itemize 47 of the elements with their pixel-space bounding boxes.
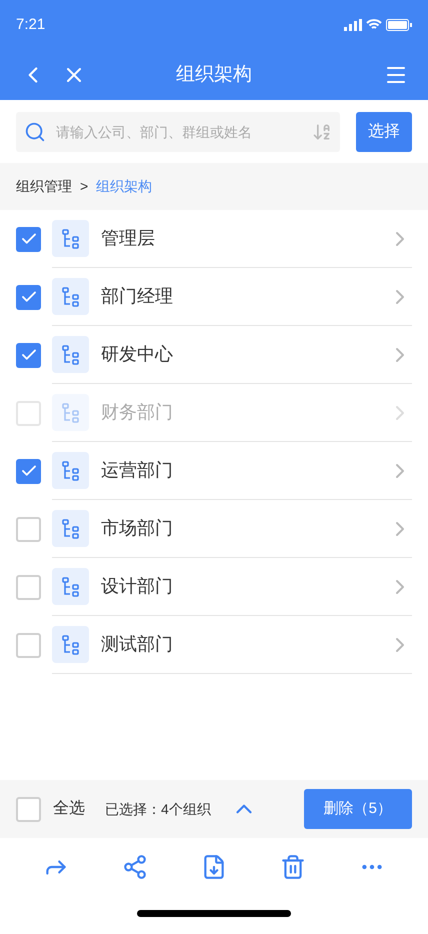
battery-icon	[386, 19, 412, 31]
org-chart-icon	[52, 452, 89, 489]
status-time: 7:21	[16, 14, 46, 35]
org-name: 市场部门	[101, 517, 173, 540]
org-chart-icon	[52, 626, 89, 663]
org-name: 财务部门	[101, 401, 173, 424]
checkbox[interactable]	[16, 516, 41, 542]
search-field[interactable]: 请输入公司、部门、群组或姓名	[16, 112, 340, 152]
org-name: 设计部门	[101, 575, 173, 598]
org-chart-icon	[52, 510, 89, 547]
checkbox[interactable]	[16, 226, 41, 252]
org-row[interactable]: 管理层	[0, 210, 428, 268]
org-row[interactable]: 部门经理	[0, 268, 428, 326]
checkbox[interactable]	[16, 342, 41, 368]
org-chart-icon	[52, 336, 89, 373]
breadcrumb-current: 组织架构	[96, 177, 152, 196]
select-button[interactable]: 选择	[356, 112, 412, 152]
checkbox[interactable]	[16, 632, 41, 658]
org-row[interactable]: 设计部门	[0, 558, 428, 616]
org-row[interactable]: 市场部门	[0, 500, 428, 558]
org-name: 研发中心	[101, 343, 173, 366]
search-icon	[24, 120, 46, 142]
org-chart-icon	[52, 394, 89, 431]
share-icon[interactable]	[122, 854, 148, 880]
org-name: 部门经理	[101, 285, 173, 308]
checkbox[interactable]	[16, 796, 41, 822]
org-chart-icon	[52, 278, 89, 315]
org-chart-icon	[52, 568, 89, 605]
checkbox[interactable]	[16, 458, 41, 484]
breadcrumb-link[interactable]: 组织管理	[16, 176, 72, 197]
org-row[interactable]: 研发中心	[0, 326, 428, 384]
org-name: 管理层	[101, 227, 155, 250]
page-title: 组织架构	[176, 62, 252, 87]
selected-count: 已选择：4个组织	[105, 800, 211, 818]
delete-button[interactable]: 删除（5）	[304, 789, 412, 829]
trash-icon[interactable]	[280, 854, 306, 880]
org-name: 运营部门	[101, 459, 173, 482]
breadcrumb-separator: >	[80, 177, 88, 196]
signal-icon	[344, 19, 362, 31]
org-name: 测试部门	[101, 633, 173, 656]
checkbox[interactable]	[16, 574, 41, 600]
checkbox[interactable]	[16, 284, 41, 310]
select-all-label[interactable]: 全选	[53, 797, 85, 821]
wifi-icon	[366, 19, 382, 31]
org-chart-icon	[52, 220, 89, 257]
org-row[interactable]: 测试部门	[0, 616, 428, 674]
org-row[interactable]: 运营部门	[0, 442, 428, 500]
